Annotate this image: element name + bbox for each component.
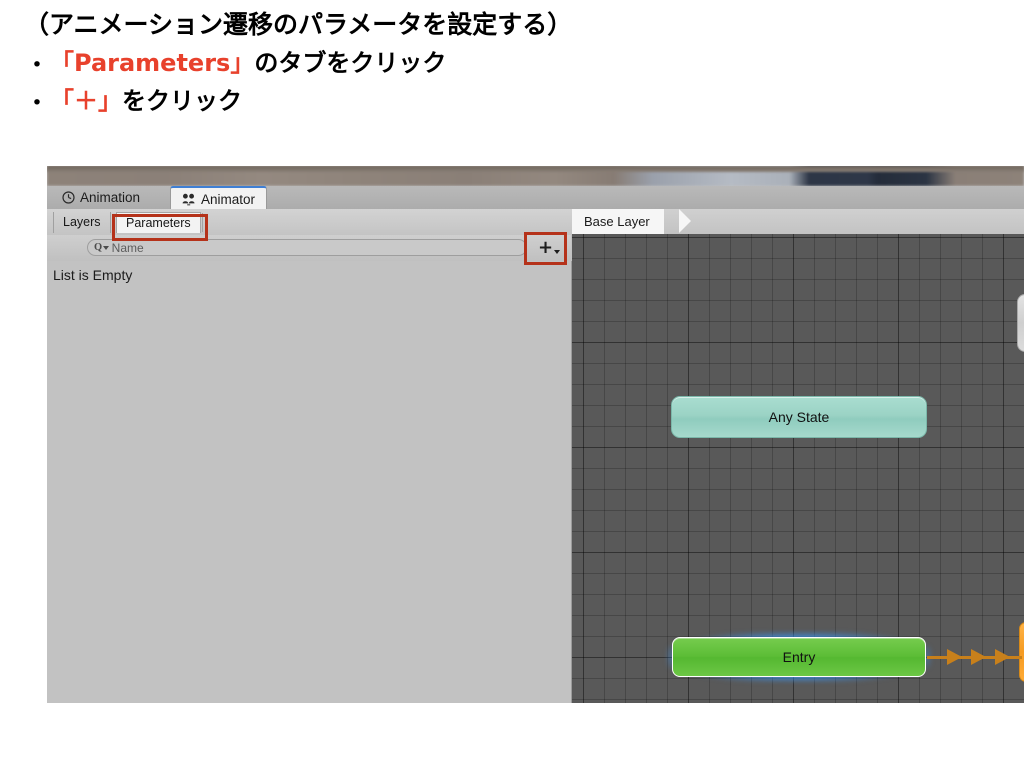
transition-arrow-icon	[947, 649, 962, 665]
bullet-marker: •	[31, 92, 43, 114]
plus-icon: +	[537, 236, 554, 258]
tab-animation[interactable]: Animation	[51, 186, 151, 209]
parameters-sub-tab-bar: Layers Parameters	[47, 209, 571, 236]
slide-root: （アニメーション遷移のパラメータを設定する） • 「Parameters」のタブ…	[0, 0, 1024, 768]
unity-animator-window: Animation Animator Layers Parameters Q N…	[47, 166, 1024, 703]
state-node-partial-orange[interactable]	[1019, 622, 1024, 682]
animator-state-machine-canvas[interactable]: Base Layer Any State Entry	[572, 209, 1024, 703]
search-placeholder: Name	[111, 240, 144, 255]
state-node-entry[interactable]: Entry	[672, 637, 926, 677]
page-title: （アニメーション遷移のパラメータを設定する）	[24, 10, 573, 39]
tab-layers[interactable]: Layers	[53, 212, 111, 233]
scene-view-strip-shadow	[47, 166, 1024, 172]
divider	[202, 213, 203, 232]
search-icon: Q	[94, 242, 102, 253]
parameter-search-row: Q Name +	[47, 235, 571, 262]
breadcrumb[interactable]: Base Layer	[572, 209, 664, 234]
breadcrumb-arrow-icon	[679, 209, 691, 233]
clock-icon	[62, 191, 75, 204]
tab-animator-label: Animator	[201, 191, 256, 207]
parameter-list-panel[interactable]: List is Empty	[47, 261, 572, 703]
tab-animator[interactable]: Animator	[170, 186, 268, 209]
bullet-marker: •	[31, 54, 43, 76]
chevron-down-icon	[102, 245, 109, 250]
chevron-down-icon	[554, 250, 561, 254]
bullet-rest: をクリック	[122, 87, 242, 115]
empty-list-message: List is Empty	[53, 267, 133, 283]
state-node-partial-gray[interactable]	[1017, 294, 1024, 352]
search-input[interactable]: Q Name	[87, 239, 527, 256]
bullet-highlight: 「Parameters」	[50, 49, 255, 77]
bullet-text: 「＋」をクリック	[50, 86, 242, 116]
breadcrumb-bar: Base Layer	[572, 209, 1024, 234]
bullet-text: 「Parameters」のタブをクリック	[50, 48, 446, 78]
bullet-rest: のタブをクリック	[254, 49, 447, 77]
list-item: • 「Parameters」のタブをクリック	[24, 48, 984, 78]
add-parameter-button[interactable]: +	[534, 237, 564, 258]
transition-arrow-icon	[971, 649, 986, 665]
slide-text-block: （アニメーション遷移のパラメータを設定する） • 「Parameters」のタブ…	[24, 10, 984, 116]
transition-arrow-icon	[995, 649, 1010, 665]
state-node-any-state[interactable]: Any State	[671, 396, 927, 438]
list-item: • 「＋」をクリック	[24, 86, 984, 116]
canvas-grid: Any State Entry	[572, 234, 1024, 703]
window-tab-bar: Animation Animator	[47, 186, 1024, 210]
tab-parameters[interactable]: Parameters	[116, 212, 201, 233]
tab-animation-label: Animation	[80, 190, 141, 205]
bullet-highlight: 「＋」	[50, 87, 122, 115]
animator-icon	[182, 193, 196, 206]
